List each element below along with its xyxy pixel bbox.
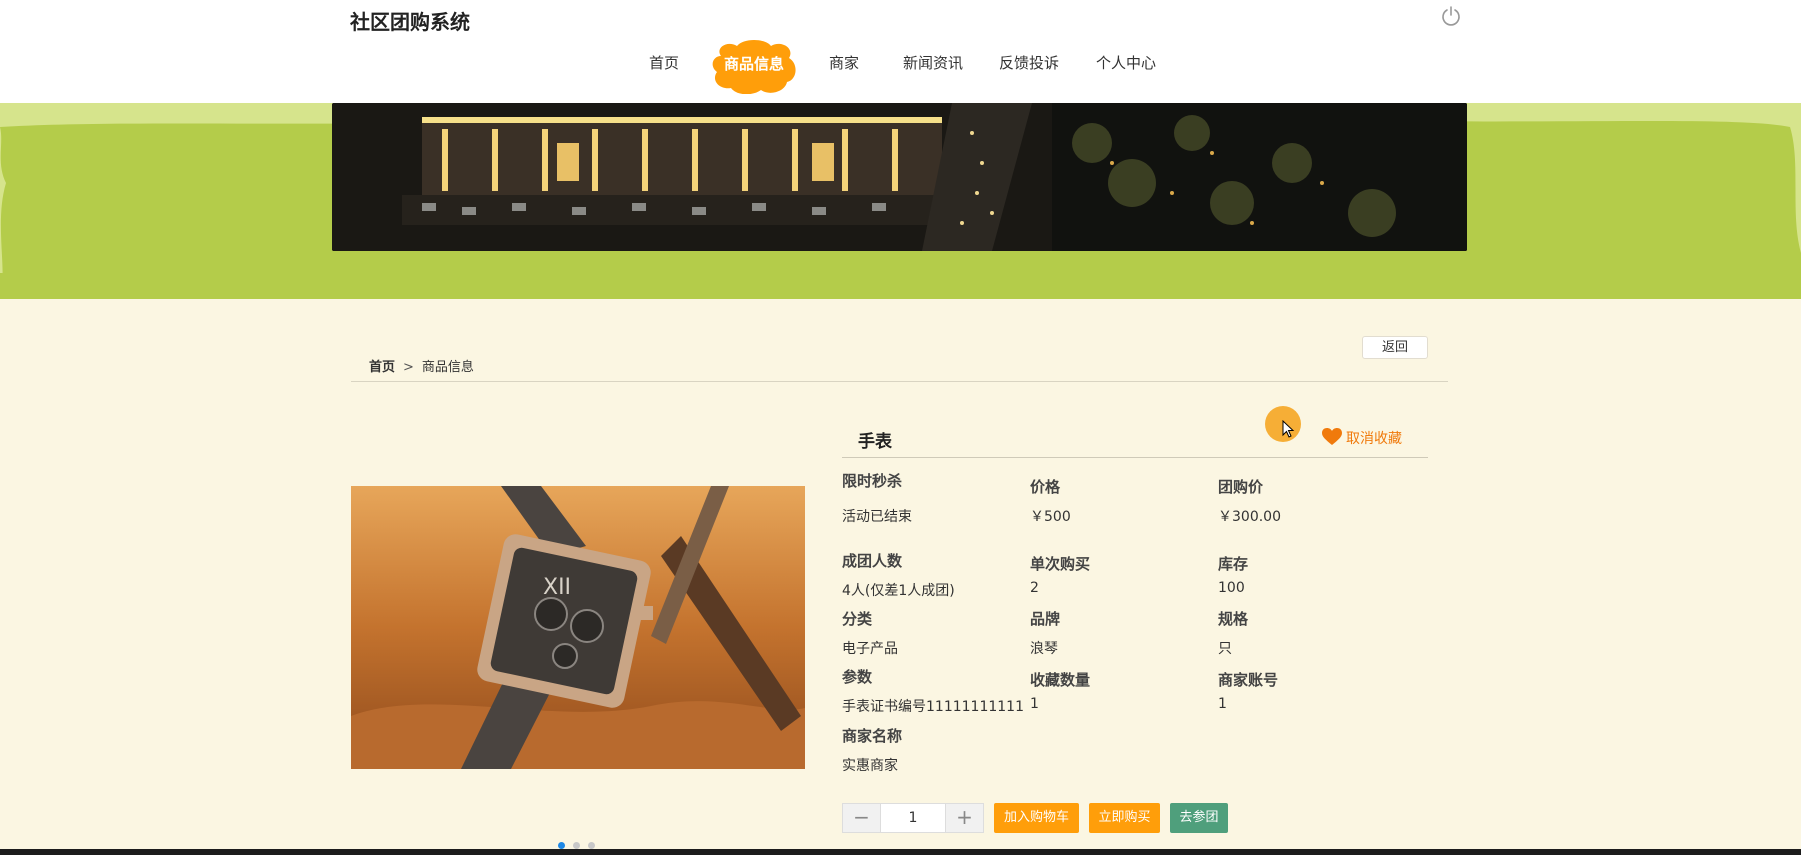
nav-item-news[interactable]: 新闻资讯 (903, 52, 963, 73)
stock-value: 100 (1218, 580, 1245, 596)
params-label: 参数 (842, 668, 873, 686)
unfavorite-label: 取消收藏 (1346, 431, 1402, 447)
banner-image (332, 103, 1467, 251)
back-button[interactable]: 返回 (1362, 336, 1428, 359)
quantity-plus-button[interactable]: + (945, 804, 983, 832)
unfavorite-button[interactable]: 取消收藏 (1322, 428, 1402, 448)
flash-sale-value: 活动已结束 (842, 509, 912, 525)
site-title: 社区团购系统 (350, 10, 470, 34)
merchant-name-value: 实惠商家 (842, 758, 898, 774)
category-value: 电子产品 (842, 641, 898, 657)
power-icon[interactable] (1440, 5, 1462, 27)
price-value: ￥500 (1030, 509, 1071, 525)
group-price-value: ￥300.00 (1218, 509, 1281, 525)
product-title: 手表 (858, 432, 892, 452)
nav-item-home[interactable]: 首页 (649, 52, 679, 73)
nav-item-products-label: 商品信息 (723, 55, 784, 73)
category-label: 分类 (842, 610, 873, 628)
quantity-minus-button[interactable]: − (843, 804, 881, 832)
single-purchase-value: 2 (1030, 580, 1039, 596)
spec-label: 规格 (1218, 610, 1249, 628)
merchant-account-label: 商家账号 (1218, 671, 1279, 689)
nav-item-merchants[interactable]: 商家 (829, 52, 859, 73)
breadcrumb-separator: > (403, 360, 414, 375)
site-header: 社区团购系统 首页 商品信息 商家 新闻资讯 反馈投诉 个人中心 (0, 0, 1801, 103)
merchant-account-value: 1 (1218, 696, 1227, 712)
title-divider (842, 457, 1428, 458)
product-image: XII (351, 486, 805, 769)
cursor-icon (1282, 420, 1295, 438)
breadcrumb-row: 首页 > 商品信息 (351, 330, 1448, 382)
heart-icon (1322, 428, 1342, 445)
group-size-value: 4人(仅差1人成团) (842, 583, 955, 599)
quantity-stepper: − + (842, 803, 984, 833)
bottom-bar (0, 849, 1801, 855)
breadcrumb-home[interactable]: 首页 (369, 360, 395, 375)
join-group-button[interactable]: 去参团 (1170, 803, 1228, 833)
group-size-label: 成团人数 (842, 552, 903, 570)
carousel-dot[interactable] (573, 842, 580, 849)
spec-value: 只 (1218, 641, 1232, 657)
main-nav: 首页 商品信息 商家 新闻资讯 反馈投诉 个人中心 (0, 40, 1801, 94)
svg-text:XII: XII (543, 575, 571, 600)
favorites-count-label: 收藏数量 (1030, 671, 1091, 689)
brand-value: 浪琴 (1030, 641, 1058, 657)
stock-label: 库存 (1218, 555, 1249, 573)
carousel-indicators (558, 834, 603, 849)
carousel-dot[interactable] (588, 842, 595, 849)
brand-label: 品牌 (1030, 610, 1061, 628)
price-label: 价格 (1030, 478, 1061, 496)
group-price-label: 团购价 (1218, 478, 1264, 496)
breadcrumb: 首页 > 商品信息 (369, 356, 474, 375)
carousel-dot[interactable] (558, 842, 565, 849)
nav-item-products[interactable]: 商品信息 (711, 40, 797, 94)
add-to-cart-button[interactable]: 加入购物车 (994, 803, 1079, 833)
favorites-count-value: 1 (1030, 696, 1039, 712)
merchant-name-label: 商家名称 (842, 727, 903, 745)
nav-item-feedback[interactable]: 反馈投诉 (999, 52, 1059, 73)
buy-now-button[interactable]: 立即购买 (1089, 803, 1160, 833)
single-purchase-label: 单次购买 (1030, 555, 1091, 573)
flash-sale-label: 限时秒杀 (842, 472, 903, 490)
breadcrumb-current: 商品信息 (421, 360, 474, 375)
params-value: 手表证书编号11111111111 (842, 699, 1024, 715)
quantity-input[interactable] (881, 804, 945, 832)
nav-item-profile[interactable]: 个人中心 (1096, 52, 1156, 73)
